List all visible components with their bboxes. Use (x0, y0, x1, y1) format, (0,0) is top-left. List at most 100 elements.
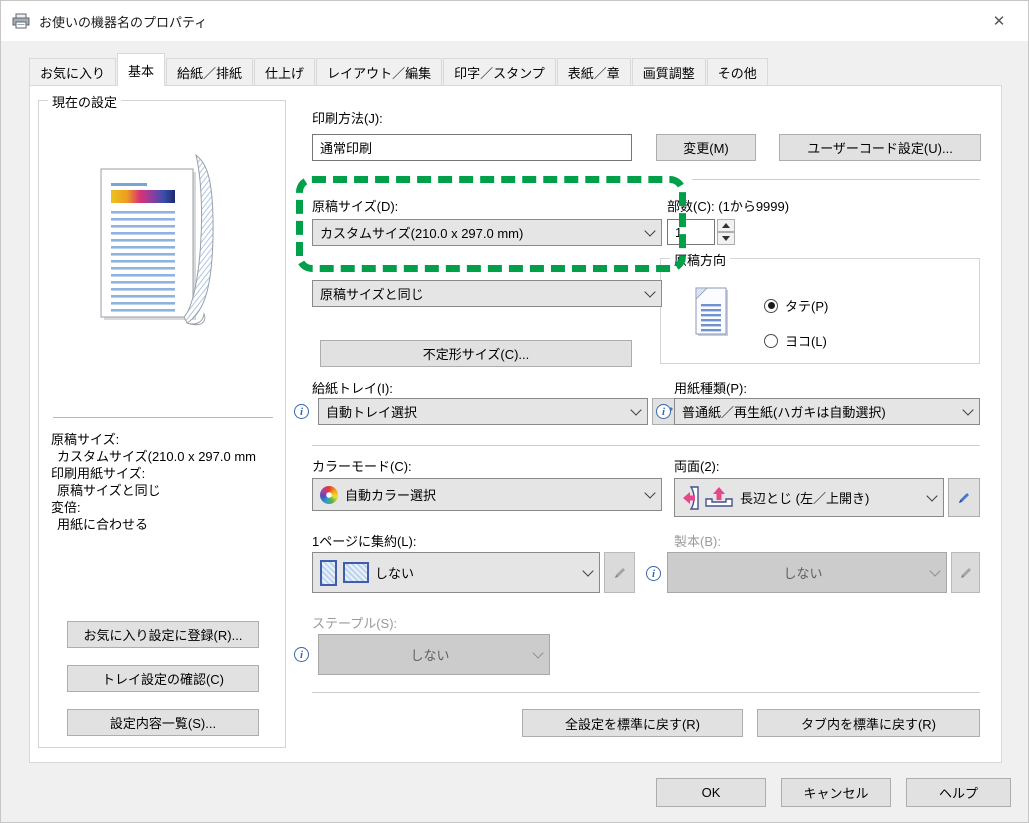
input-tray-select[interactable]: 自動トレイ選択 (318, 398, 648, 425)
help-button[interactable]: ヘルプ (906, 778, 1011, 807)
paper-type-label: 用紙種類(P): (674, 381, 747, 396)
printer-icon (12, 13, 30, 28)
page-landscape-icon (343, 562, 369, 583)
document-preview (100, 153, 214, 326)
chevron-down-icon (532, 646, 544, 659)
summary-scaling-label: 変倍: (51, 500, 81, 515)
tab-print-stamp[interactable]: 印字／スタンプ (443, 58, 556, 85)
duplex-open-icon (705, 486, 733, 507)
radio-checked-icon (764, 298, 778, 313)
color-mode-select[interactable]: 自動カラー選択 (312, 478, 662, 511)
orientation-landscape-radio[interactable]: ヨコ(L) (764, 331, 827, 350)
combine-value: しない (375, 566, 415, 581)
booklet-info-icon[interactable]: i (646, 566, 661, 581)
copies-value: 1 (675, 224, 683, 240)
title-bar: お使いの機器名のプロパティ ✕ (1, 1, 1028, 41)
tab-paper-feed[interactable]: 給紙／排紙 (166, 58, 254, 85)
color-mode-value: 自動カラー選択 (345, 488, 437, 503)
document-size-value: カスタムサイズ(210.0 x 297.0 mm) (320, 226, 524, 241)
tab-image-quality[interactable]: 画質調整 (631, 58, 706, 85)
paper-size-select[interactable]: 原稿サイズと同じ (312, 280, 662, 307)
radio-unchecked-icon (764, 333, 778, 348)
copies-label: 部数(C): (1から9999) (667, 199, 790, 214)
page-portrait-icon (320, 559, 337, 586)
paper-type-select[interactable]: 普通紙／再生紙(ハガキは自動選択) (674, 398, 980, 425)
orientation-legend: 原稿方向 (670, 250, 731, 269)
staple-info-icon[interactable]: i (294, 647, 309, 662)
copies-stepper (717, 219, 735, 245)
paper-type-info-icon[interactable]: i (656, 404, 671, 419)
combine-edit-button (604, 552, 635, 593)
paper-size-value: 原稿サイズと同じ (320, 287, 424, 302)
staple-select: しない (318, 634, 550, 675)
chevron-down-icon (644, 285, 656, 298)
orientation-portrait-radio[interactable]: タテ(P) (764, 296, 828, 315)
staple-label: ステープル(S): (312, 616, 398, 631)
register-favorites-button[interactable]: お気に入り設定に登録(R)... (67, 621, 259, 648)
tray-settings-check-button[interactable]: トレイ設定の確認(C) (67, 665, 259, 692)
document-size-select[interactable]: カスタムサイズ(210.0 x 297.0 mm) (312, 219, 662, 246)
document-size-label: 原稿サイズ(D): (312, 199, 399, 214)
input-tray-label: 給紙トレイ(I): (312, 381, 393, 396)
chevron-down-icon (929, 564, 941, 577)
duplex-value: 長辺とじ (左／上開き) (740, 491, 870, 506)
tab-layout-edit[interactable]: レイアウト／編集 (316, 58, 443, 85)
stepper-down-icon[interactable] (717, 232, 735, 245)
paper-type-value: 普通紙／再生紙(ハガキは自動選択) (682, 405, 886, 420)
left-panel-separator (53, 417, 273, 418)
custom-size-button[interactable]: 不定形サイズ(C)... (320, 340, 632, 367)
reset-all-button[interactable]: 全設定を標準に戻す(R) (522, 709, 743, 737)
booklet-label: 製本(B): (674, 534, 721, 549)
cancel-button[interactable]: キャンセル (781, 778, 891, 807)
close-icon[interactable]: ✕ (978, 6, 1020, 36)
bottom-separator (312, 692, 980, 693)
window-title: お使いの機器名のプロパティ (39, 14, 208, 30)
input-tray-value: 自動トレイ選択 (326, 405, 418, 420)
mid-separator (312, 445, 980, 446)
top-right-separator (692, 179, 980, 180)
tab-finishing[interactable]: 仕上げ (254, 58, 316, 85)
orientation-landscape-label: ヨコ(L) (785, 334, 827, 349)
reset-tab-button[interactable]: タブ内を標準に戻す(R) (757, 709, 980, 737)
change-button[interactable]: 変更(M) (656, 134, 756, 161)
settings-list-button[interactable]: 設定内容一覧(S)... (67, 709, 259, 736)
orientation-portrait-label: タテ(P) (785, 299, 829, 314)
print-method-field[interactable]: 通常印刷 (312, 134, 632, 161)
booklet-edit-button (951, 552, 980, 593)
combine-label: 1ページに集約(L): (312, 534, 417, 549)
staple-value: しない (410, 648, 450, 663)
color-mode-label: カラーモード(C): (312, 459, 412, 474)
tab-favorites[interactable]: お気に入り (29, 58, 117, 85)
tab-others[interactable]: その他 (706, 58, 768, 85)
printer-properties-dialog: お使いの機器名のプロパティ ✕ お気に入り 基本 給紙／排紙 仕上げ レイアウト… (0, 0, 1029, 823)
duplex-select[interactable]: 長辺とじ (左／上開き) (674, 478, 944, 517)
chevron-down-icon (644, 224, 656, 237)
portrait-page-icon (695, 287, 728, 336)
combine-select[interactable]: しない (312, 552, 600, 593)
current-settings-legend: 現在の設定 (48, 92, 122, 111)
booklet-value: しない (783, 566, 823, 581)
summary-paper-size-label: 印刷用紙サイズ: (51, 466, 146, 481)
tab-cover-chapter[interactable]: 表紙／章 (556, 58, 631, 85)
duplex-flip-icon (683, 485, 699, 510)
summary-doc-size-label: 原稿サイズ: (51, 432, 120, 447)
ok-button[interactable]: OK (656, 778, 766, 807)
pencil-icon (959, 492, 969, 503)
stepper-up-icon[interactable] (717, 219, 735, 232)
summary-scaling-value: 用紙に合わせる (57, 517, 149, 532)
pencil-icon (960, 567, 971, 578)
input-tray-info-icon[interactable]: i (294, 404, 309, 419)
chevron-down-icon (582, 564, 594, 577)
copies-field[interactable]: 1 (667, 219, 715, 245)
user-code-settings-button[interactable]: ユーザーコード設定(U)... (779, 134, 981, 161)
duplex-label: 両面(2): (674, 459, 720, 474)
tab-basic[interactable]: 基本 (117, 53, 166, 86)
summary-doc-size-value: カスタムサイズ(210.0 x 297.0 mm (57, 449, 256, 464)
chevron-down-icon (926, 489, 938, 502)
summary-paper-size-value: 原稿サイズと同じ (57, 483, 161, 498)
chevron-down-icon (630, 403, 642, 416)
pencil-icon (614, 567, 625, 578)
duplex-edit-button[interactable] (948, 478, 980, 517)
tab-strip: お気に入り 基本 給紙／排紙 仕上げ レイアウト／編集 印字／スタンプ 表紙／章… (29, 53, 769, 86)
chevron-down-icon (962, 403, 974, 416)
